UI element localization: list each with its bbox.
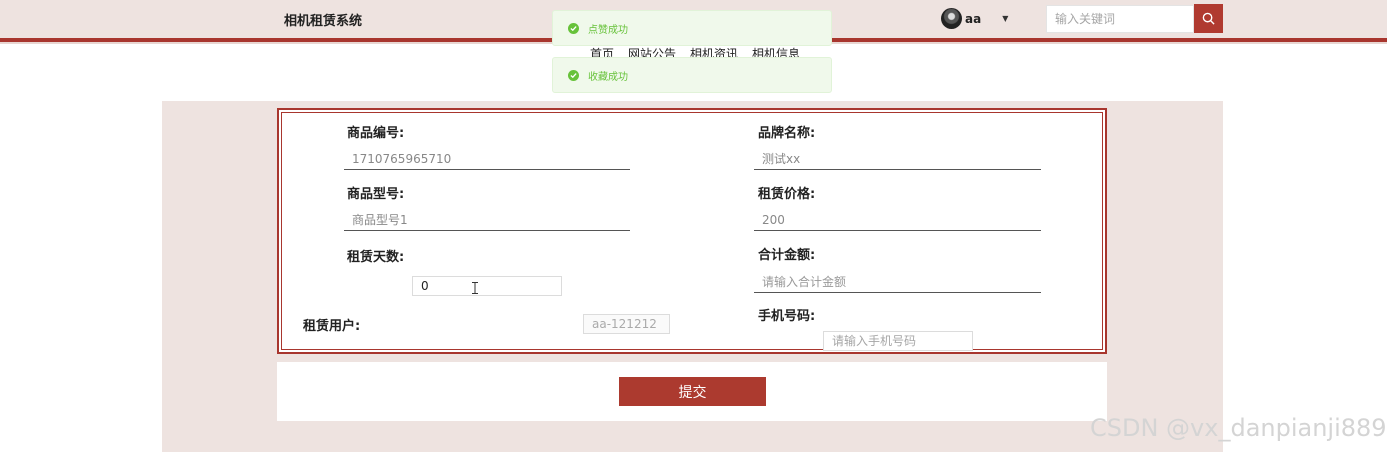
product-no-field[interactable]: [344, 148, 630, 170]
site-logo[interactable]: 相机租赁系统: [284, 10, 362, 29]
total-field[interactable]: [754, 271, 1041, 293]
submit-button[interactable]: 提交: [619, 377, 766, 406]
phone-label: 手机号码:: [758, 309, 816, 324]
model-label: 商品型号:: [347, 187, 405, 202]
product-no-label: 商品编号:: [347, 126, 405, 141]
total-label: 合计金额:: [758, 248, 816, 263]
user-name[interactable]: aa: [965, 12, 981, 26]
check-circle-icon: [568, 69, 579, 81]
user-menu[interactable]: aa ▼: [941, 8, 1008, 29]
rental-user-field[interactable]: [583, 314, 670, 334]
search-icon: [1202, 12, 1215, 25]
price-field[interactable]: [754, 209, 1041, 231]
avatar[interactable]: [941, 8, 962, 29]
brand-field[interactable]: [754, 148, 1041, 170]
rental-form: [277, 108, 1107, 354]
watermark: CSDN @vx_danpianji889: [1090, 414, 1387, 442]
check-circle-icon: [568, 22, 579, 34]
toast-text: 收藏成功: [588, 71, 628, 83]
search-input[interactable]: [1046, 5, 1194, 33]
model-field[interactable]: [344, 209, 630, 231]
text-cursor-icon: [472, 282, 478, 294]
toast-text: 点赞成功: [588, 24, 628, 36]
price-label: 租赁价格:: [758, 187, 816, 202]
phone-field[interactable]: [823, 331, 973, 351]
toast-like-success: 点赞成功: [552, 10, 832, 46]
brand-label: 品牌名称:: [758, 126, 816, 141]
search-button[interactable]: [1194, 4, 1223, 33]
toast-favorite-success: 收藏成功: [552, 57, 832, 93]
caret-down-icon[interactable]: ▼: [1002, 14, 1008, 23]
rental-user-label: 租赁用户:: [303, 319, 361, 334]
days-field[interactable]: [412, 276, 562, 296]
days-label: 租赁天数:: [347, 250, 405, 265]
